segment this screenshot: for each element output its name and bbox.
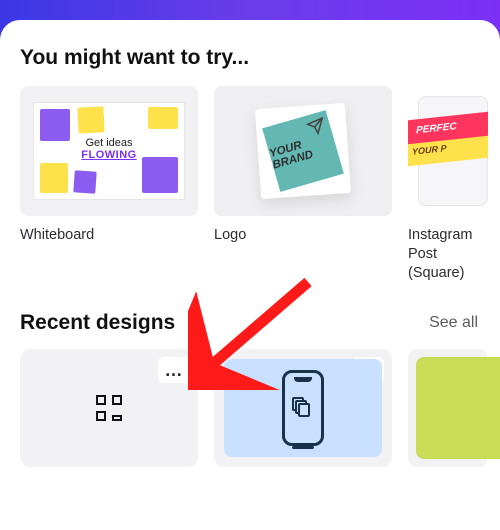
try-cards-row: Get ideas FLOWING Whiteboard YOUR BRAND … [20, 86, 500, 283]
more-button[interactable]: … [158, 357, 190, 383]
try-card-logo[interactable]: YOUR BRAND Logo [214, 86, 392, 283]
ig-band-text: PERFEC [416, 121, 457, 136]
recent-header: Recent designs See all [20, 311, 500, 335]
recent-section-title: Recent designs [20, 311, 175, 335]
try-thumb-logo: YOUR BRAND [214, 86, 392, 216]
logo-art-text: YOUR BRAND [262, 110, 344, 192]
try-label-whiteboard: Whiteboard [20, 226, 198, 245]
try-section-title: You might want to try... [20, 46, 500, 70]
recent-cards-row: … … ✕ [20, 349, 500, 467]
see-all-link[interactable]: See all [429, 314, 478, 332]
recent-card-2[interactable]: … [214, 349, 392, 467]
try-card-whiteboard[interactable]: Get ideas FLOWING Whiteboard [20, 86, 198, 283]
try-thumb-whiteboard: Get ideas FLOWING [20, 86, 198, 216]
try-label-instagram: Instagram Post (Square) [408, 226, 488, 283]
try-label-logo: Logo [214, 226, 392, 245]
stack-icon [295, 400, 311, 416]
try-card-instagram[interactable]: PERFEC YOUR P Instagram Post (Square) [408, 86, 488, 283]
main-panel: You might want to try... Get ideas FLOWI… [0, 20, 500, 530]
recent-card-1[interactable]: … [20, 349, 198, 467]
grid-icon [96, 395, 122, 421]
recent-card-3[interactable]: ✕ [408, 349, 488, 467]
whiteboard-art-line2: FLOWING [66, 149, 152, 161]
try-thumb-instagram: PERFEC YOUR P [408, 86, 488, 216]
phone-icon [282, 370, 324, 446]
paper-plane-icon [306, 116, 325, 135]
whiteboard-art-line1: Get ideas [66, 137, 152, 149]
ig-bandy-text: YOUR P [412, 143, 447, 157]
